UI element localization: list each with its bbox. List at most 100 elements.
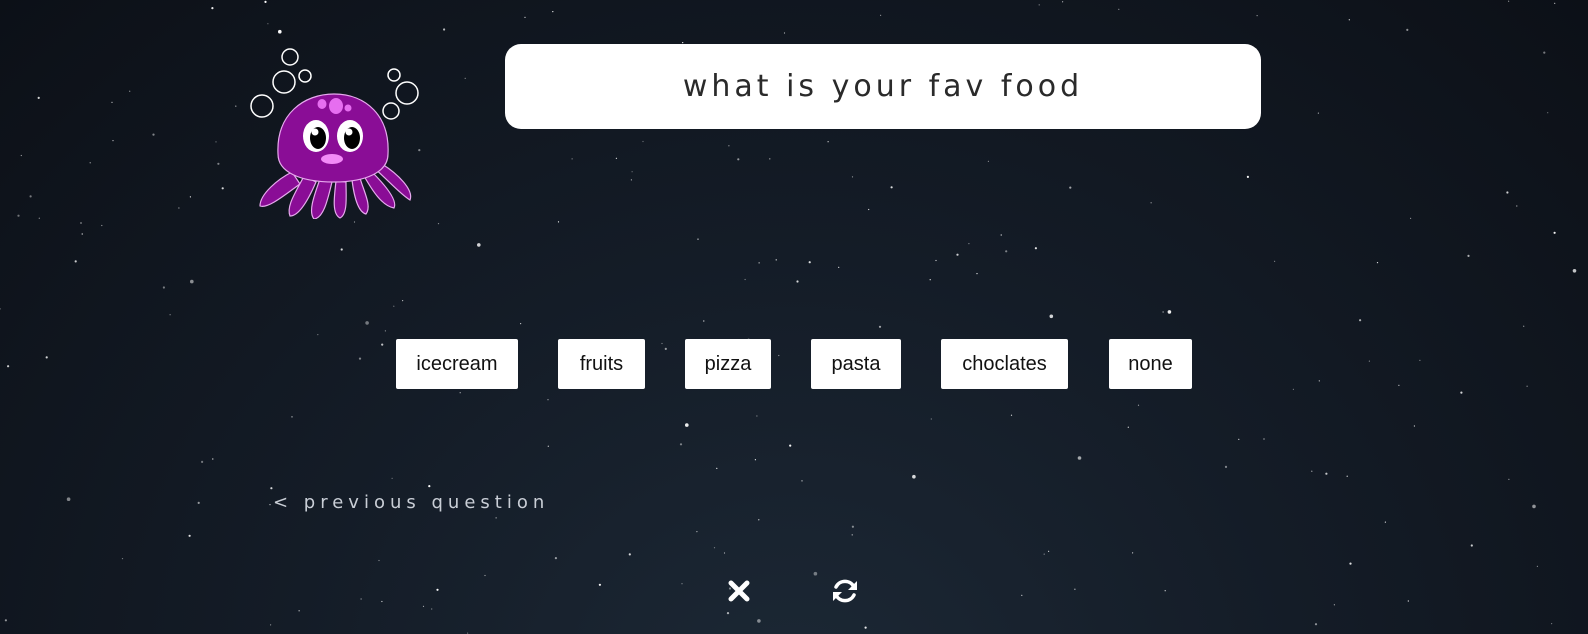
star	[1413, 425, 1415, 427]
star	[1048, 550, 1050, 552]
star	[365, 321, 369, 325]
star	[1384, 521, 1386, 523]
star	[754, 459, 757, 461]
star	[630, 179, 633, 181]
star	[864, 626, 867, 629]
star	[1077, 456, 1082, 460]
star	[935, 259, 937, 262]
star	[129, 90, 131, 92]
star	[1348, 19, 1350, 21]
star	[1508, 478, 1510, 480]
answer-button-pizza[interactable]: pizza	[685, 339, 771, 389]
star	[1224, 465, 1228, 468]
star	[1506, 191, 1509, 194]
star	[1536, 565, 1538, 568]
star	[17, 214, 20, 217]
star	[112, 140, 114, 142]
star	[1508, 0, 1510, 2]
answer-button-none[interactable]: none	[1109, 339, 1192, 389]
answer-button-pasta[interactable]: pasta	[811, 339, 901, 389]
star	[66, 497, 71, 502]
answer-button-icecream[interactable]: icecream	[396, 339, 518, 389]
star	[713, 547, 716, 549]
star	[1246, 175, 1249, 178]
star	[378, 559, 380, 562]
star	[547, 399, 549, 401]
star	[437, 223, 440, 225]
star	[1062, 1, 1064, 3]
previous-question-link[interactable]: < previous question	[273, 492, 549, 513]
star	[381, 600, 383, 603]
star	[1333, 604, 1335, 606]
question-card: what is your fav food	[505, 44, 1261, 129]
star	[89, 162, 91, 164]
star	[1000, 234, 1002, 236]
star	[270, 487, 273, 490]
star	[1406, 28, 1409, 31]
star	[29, 195, 32, 198]
star	[723, 552, 726, 554]
star	[1263, 438, 1265, 440]
star	[267, 23, 269, 25]
star	[1359, 319, 1362, 322]
star	[37, 96, 40, 99]
star	[598, 583, 602, 586]
star	[756, 415, 758, 417]
star	[547, 445, 549, 447]
answer-button-fruits[interactable]: fruits	[558, 339, 645, 389]
star	[838, 266, 840, 268]
star	[880, 14, 882, 16]
refresh-button[interactable]	[827, 573, 863, 609]
close-button[interactable]	[721, 573, 757, 609]
star	[726, 612, 730, 615]
star	[1410, 217, 1412, 219]
star	[554, 557, 558, 560]
star	[1554, 2, 1556, 4]
star	[111, 101, 113, 103]
star	[851, 176, 854, 178]
star	[1470, 544, 1473, 547]
star	[758, 519, 760, 521]
star	[80, 222, 82, 224]
star	[1167, 310, 1172, 314]
star	[393, 305, 395, 307]
star	[152, 133, 155, 136]
star	[20, 154, 22, 157]
refresh-icon	[833, 579, 857, 603]
star	[744, 278, 746, 281]
star	[987, 160, 990, 162]
star	[1069, 186, 1072, 189]
star	[0, 308, 1, 310]
star	[1074, 588, 1076, 590]
star	[1311, 470, 1313, 472]
star	[976, 273, 978, 275]
star	[1132, 552, 1134, 554]
answer-button-choclates[interactable]: choclates	[941, 339, 1068, 389]
star	[968, 243, 970, 245]
star	[642, 140, 644, 143]
star	[524, 16, 526, 18]
star	[808, 261, 811, 264]
star	[1346, 475, 1348, 477]
star	[1572, 269, 1577, 273]
star	[162, 286, 165, 289]
star	[1467, 254, 1470, 257]
star	[1317, 112, 1319, 114]
star	[552, 11, 554, 13]
star	[1137, 404, 1140, 406]
star	[484, 574, 486, 577]
star	[557, 221, 560, 223]
star	[796, 280, 799, 283]
answer-options: icecream fruits pizza pasta choclates no…	[0, 339, 1588, 389]
star	[1162, 311, 1164, 313]
star	[1314, 623, 1318, 626]
star	[221, 187, 224, 190]
star	[956, 253, 959, 256]
star	[775, 259, 777, 261]
star	[628, 553, 631, 556]
star	[459, 392, 461, 394]
star	[728, 145, 730, 147]
star	[353, 221, 356, 223]
star	[1376, 262, 1379, 264]
star	[1127, 426, 1129, 428]
